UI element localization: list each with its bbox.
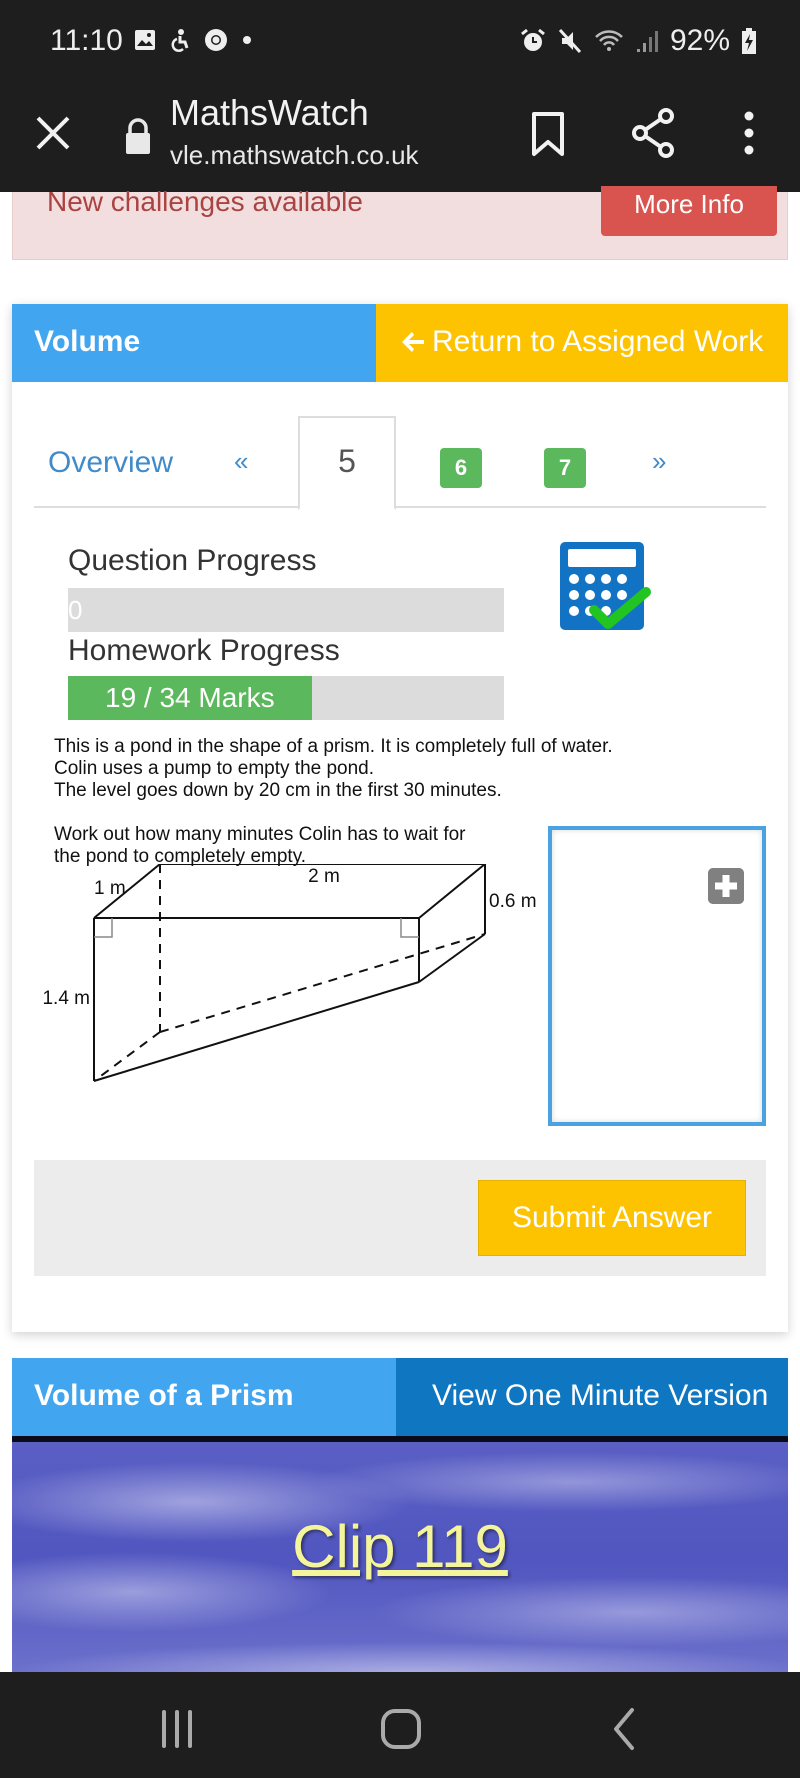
page-title: MathsWatch: [170, 92, 369, 133]
question-card: Volume Return to Assigned Work Overview …: [12, 304, 788, 1332]
right-angle-marker: [94, 918, 113, 938]
pond-prism-diagram: 2 m 1 m 1.4 m 0.6 m: [42, 864, 537, 1082]
diagram-edge: [418, 933, 486, 983]
arrow-left-icon: [402, 332, 424, 352]
bookmark-icon[interactable]: [528, 110, 568, 158]
return-label: Return to Assigned Work: [432, 325, 764, 358]
home-icon[interactable]: [376, 1704, 426, 1754]
submit-answer-button[interactable]: Submit Answer: [478, 1180, 746, 1256]
alert-message: New challenges available: [47, 186, 363, 217]
label-shallow-end: 0.6 m: [489, 891, 537, 912]
lock-icon: [126, 118, 150, 154]
diagram-edge: [93, 981, 420, 1082]
tab-question-7[interactable]: 7: [544, 448, 586, 488]
question-tabs: Overview « 5 6 7 »: [34, 416, 766, 510]
tab-overview[interactable]: Overview: [48, 446, 173, 480]
chrome-icon: [205, 29, 227, 51]
wifi-icon: [595, 30, 623, 51]
tab-question-5[interactable]: 5: [298, 416, 396, 510]
diagram-hidden-edge: [93, 1031, 161, 1082]
right-angle-marker: [400, 918, 419, 938]
more-info-button[interactable]: More Info: [601, 186, 777, 236]
card-header: Volume Return to Assigned Work: [12, 304, 788, 382]
diagram-edge: [418, 864, 486, 919]
status-time: 11:10: [50, 24, 123, 57]
clip-title: Clip 119: [292, 1513, 508, 1580]
recent-apps-icon[interactable]: [152, 1704, 202, 1754]
label-deep-end: 1.4 m: [42, 988, 90, 1009]
homework-progress-fill: 19 / 34 Marks: [68, 676, 312, 720]
homework-progress-bar: 19 / 34 Marks: [68, 676, 504, 720]
mute-icon: [558, 28, 582, 54]
video-card: Volume of a Prism View One Minute Versio…: [12, 1358, 788, 1678]
video-title: Volume of a Prism: [12, 1358, 396, 1436]
question-line: The level goes down by 20 cm in the firs…: [54, 780, 502, 801]
question-progress-bar: 0: [68, 588, 504, 632]
signal-icon: [636, 31, 658, 52]
alarm-icon: [521, 28, 545, 51]
question-progress-value: 0: [68, 595, 83, 625]
label-length: 2 m: [308, 866, 340, 887]
tab-next[interactable]: »: [652, 446, 666, 477]
calculator-allowed-icon: [560, 542, 651, 630]
view-one-minute-version-button[interactable]: View One Minute Version: [396, 1358, 788, 1436]
submit-area: Submit Answer: [34, 1160, 766, 1276]
answer-input-box[interactable]: [548, 826, 766, 1126]
share-icon[interactable]: [630, 106, 676, 160]
dot-icon: [243, 36, 251, 44]
back-icon[interactable]: [600, 1704, 650, 1754]
question-line: Colin uses a pump to empty the pond.: [54, 758, 375, 779]
tab-question-6[interactable]: 6: [440, 448, 482, 488]
question-line: This is a pond in the shape of a prism. …: [54, 736, 613, 757]
gallery-icon: [135, 30, 155, 50]
battery-percent: 92%: [669, 24, 730, 57]
accessibility-icon: [171, 29, 189, 52]
battery-charging-icon: [742, 28, 756, 54]
system-navigation-bar: [0, 1672, 800, 1778]
return-to-assigned-work-button[interactable]: Return to Assigned Work: [376, 304, 788, 382]
challenges-alert: New challenges available More Info: [12, 186, 788, 260]
label-width: 1 m: [94, 878, 126, 899]
diagram-hidden-edge: [159, 933, 486, 1033]
browser-toolbar: MathsWatch vle.mathswatch.co.uk: [0, 82, 800, 192]
status-bar: 11:10 92%: [0, 0, 800, 82]
close-icon[interactable]: [34, 108, 74, 158]
page-url[interactable]: vle.mathswatch.co.uk: [170, 140, 419, 171]
video-player[interactable]: Clip 119: [12, 1436, 788, 1678]
more-options-icon[interactable]: [738, 108, 760, 158]
question-progress-label: Question Progress: [68, 544, 317, 577]
homework-progress-label: Homework Progress: [68, 634, 340, 667]
card-title: Volume: [12, 304, 376, 382]
add-answer-icon[interactable]: [708, 868, 744, 904]
tab-previous[interactable]: «: [234, 446, 248, 477]
